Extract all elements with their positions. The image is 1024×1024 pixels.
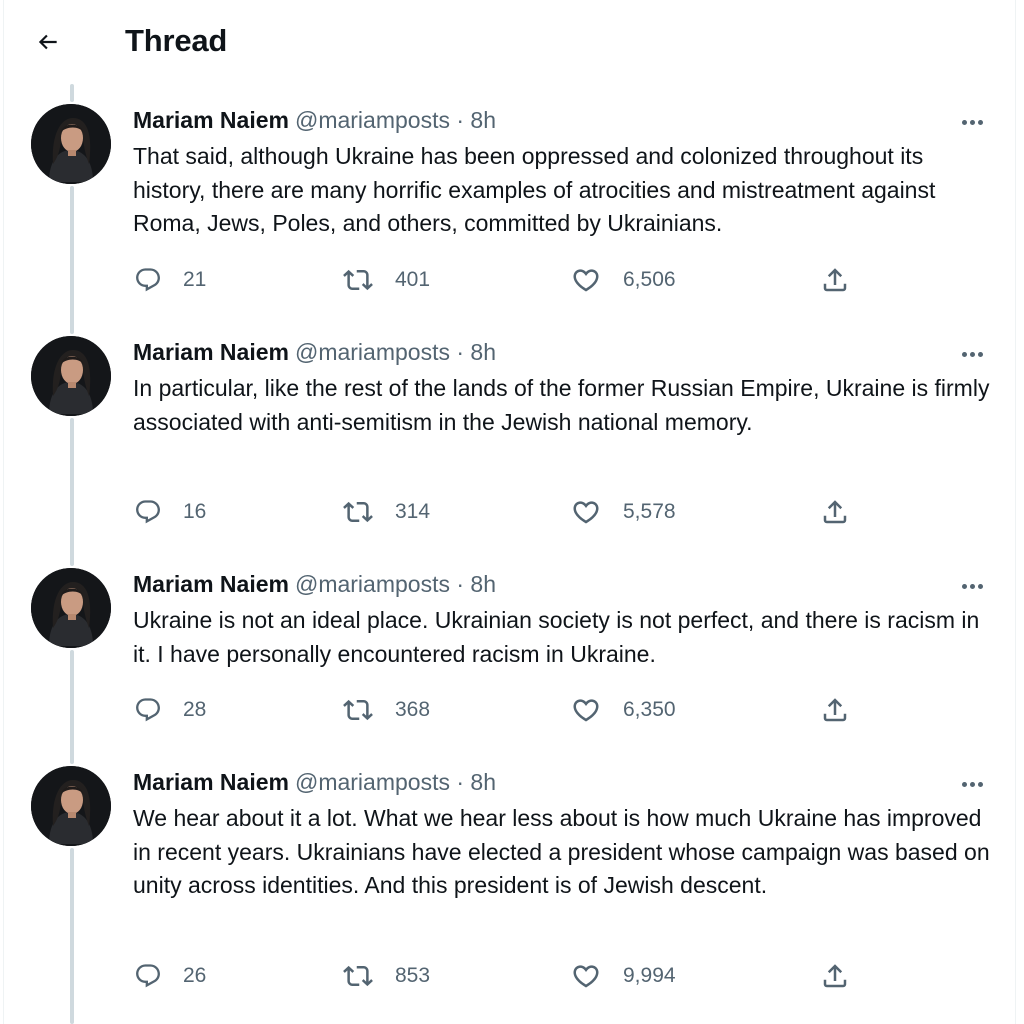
like-count: 5,578 — [623, 500, 676, 523]
retweet-button[interactable]: 314 — [343, 494, 430, 530]
reply-icon — [133, 497, 163, 527]
reply-button[interactable]: 26 — [133, 958, 206, 994]
share-icon — [820, 497, 850, 527]
reply-button[interactable]: 21 — [133, 262, 206, 298]
retweet-icon — [343, 695, 373, 725]
retweet-count: 853 — [395, 964, 431, 987]
header: Thread — [0, 0, 1024, 84]
avatar[interactable] — [31, 766, 111, 846]
tweet-actions: 26 853 9,994 — [0, 958, 1024, 994]
heart-icon — [571, 961, 601, 991]
reply-button[interactable]: 28 — [133, 692, 206, 728]
thread-line — [70, 418, 74, 566]
share-icon — [820, 265, 850, 295]
more-icon — [961, 583, 967, 589]
tweet-time[interactable]: 8h — [470, 571, 496, 597]
share-button[interactable] — [820, 494, 850, 530]
reply-icon — [133, 265, 163, 295]
retweet-icon — [343, 961, 373, 991]
more-button[interactable] — [954, 340, 990, 368]
reply-button[interactable]: 16 — [133, 494, 206, 530]
heart-icon — [571, 265, 601, 295]
reply-icon — [133, 695, 163, 725]
retweet-button[interactable]: 368 — [343, 692, 430, 728]
author-name[interactable]: Mariam Naiem — [133, 107, 289, 133]
thread-line — [70, 84, 74, 102]
like-button[interactable]: 9,994 — [571, 958, 676, 994]
arrow-left-icon — [38, 34, 57, 50]
tweet-text: In particular, like the rest of the land… — [133, 375, 990, 435]
reply-count: 21 — [183, 268, 207, 291]
more-icon — [961, 781, 967, 787]
heart-icon — [571, 695, 601, 725]
share-icon — [820, 961, 850, 991]
retweet-button[interactable]: 401 — [343, 262, 430, 298]
avatar[interactable] — [31, 568, 111, 648]
reply-count: 26 — [183, 964, 207, 987]
separator-dot: · — [456, 571, 465, 597]
tweet-time[interactable]: 8h — [470, 107, 496, 133]
retweet-count: 401 — [395, 268, 431, 291]
like-button[interactable]: 6,350 — [571, 692, 676, 728]
retweet-count: 368 — [395, 698, 431, 721]
tweet-actions: 21 401 6,506 — [0, 262, 1024, 298]
tweet-text: That said, although Ukraine has been opp… — [133, 143, 936, 236]
author-handle[interactable]: @mariamposts — [295, 339, 450, 365]
author-name[interactable]: Mariam Naiem — [133, 339, 289, 365]
share-button[interactable] — [820, 958, 850, 994]
heart-icon — [571, 497, 601, 527]
tweet-actions: 16 314 5,578 — [0, 494, 1024, 530]
like-count: 6,506 — [623, 268, 676, 291]
share-button[interactable] — [820, 262, 850, 298]
tweet-header: Mariam Naiem @mariamposts · 8h — [133, 768, 496, 796]
tweet-text: We hear about it a lot. What we hear les… — [133, 805, 990, 898]
author-handle[interactable]: @mariamposts — [295, 769, 450, 795]
avatar[interactable] — [31, 336, 111, 416]
more-button[interactable] — [954, 770, 990, 798]
tweet-header: Mariam Naiem @mariamposts · 8h — [133, 338, 496, 366]
separator-dot: · — [456, 339, 465, 365]
author-name[interactable]: Mariam Naiem — [133, 769, 289, 795]
like-button[interactable]: 6,506 — [571, 262, 676, 298]
more-icon — [961, 119, 967, 125]
reply-count: 16 — [183, 500, 207, 523]
author-name[interactable]: Mariam Naiem — [133, 571, 289, 597]
separator-dot: · — [456, 107, 465, 133]
retweet-icon — [343, 265, 373, 295]
more-icon — [961, 351, 967, 357]
retweet-icon — [343, 497, 373, 527]
like-button[interactable]: 5,578 — [571, 494, 676, 530]
author-handle[interactable]: @mariamposts — [295, 571, 450, 597]
reply-count: 28 — [183, 698, 207, 721]
share-icon — [820, 695, 850, 725]
back-button[interactable] — [30, 24, 66, 60]
avatar[interactable] — [31, 104, 111, 184]
tweet-text: Ukraine is not an ideal place. Ukrainian… — [133, 607, 980, 667]
tweet-header: Mariam Naiem @mariamposts · 8h — [133, 570, 496, 598]
tweet-actions: 28 368 6,350 — [0, 692, 1024, 728]
separator-dot: · — [456, 769, 465, 795]
more-button[interactable] — [954, 108, 990, 136]
like-count: 9,994 — [623, 964, 676, 987]
tweet-time[interactable]: 8h — [470, 339, 496, 365]
like-count: 6,350 — [623, 698, 676, 721]
retweet-button[interactable]: 853 — [343, 958, 430, 994]
tweet-header: Mariam Naiem @mariamposts · 8h — [133, 106, 496, 134]
share-button[interactable] — [820, 692, 850, 728]
thread-line — [70, 186, 74, 334]
more-button[interactable] — [954, 572, 990, 600]
thread-line — [70, 848, 74, 1024]
reply-icon — [133, 961, 163, 991]
page-title: Thread — [125, 23, 228, 58]
tweet-time[interactable]: 8h — [470, 769, 496, 795]
retweet-count: 314 — [395, 500, 431, 523]
author-handle[interactable]: @mariamposts — [295, 107, 450, 133]
